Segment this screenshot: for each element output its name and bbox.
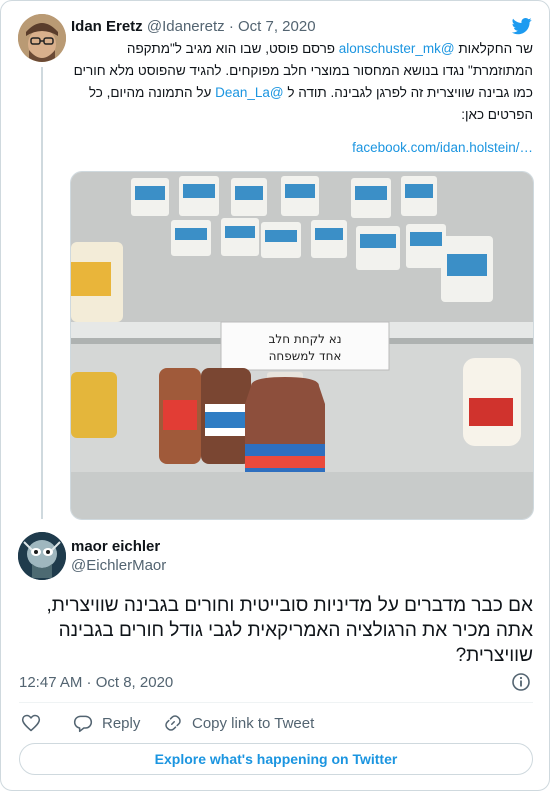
quoted-author-avatar[interactable] xyxy=(18,14,66,62)
header-separator: · xyxy=(228,18,234,35)
reply-button[interactable]: Reply xyxy=(73,713,140,733)
author-handle[interactable]: @EichlerMaor xyxy=(71,557,166,574)
thread-line xyxy=(41,67,43,519)
explore-button[interactable]: Explore what's happening on Twitter xyxy=(19,743,533,775)
copy-link-button[interactable]: Copy link to Tweet xyxy=(163,713,314,733)
reply-icon xyxy=(73,715,93,733)
quoted-text-part1: שר החקלאות xyxy=(454,41,533,56)
tweet-timestamp[interactable]: 12:47 AM · Oct 8, 2020 xyxy=(19,674,173,691)
reply-label: Reply xyxy=(102,714,141,732)
quoted-author-name[interactable]: Idan Eretz xyxy=(71,18,143,35)
twitter-bird-icon[interactable] xyxy=(511,16,533,36)
quoted-tweet-header: Idan Eretz @Idaneretz · Oct 7, 2020 xyxy=(71,18,316,36)
facebook-link[interactable]: facebook.com/idan.holstein/… xyxy=(71,140,533,155)
tweet-photo[interactable]: נא לקחת חלב אחד למשפחה xyxy=(70,171,534,520)
quoted-tweet-text: שר החקלאות @alonschuster_mk פרסם פוסט, ש… xyxy=(71,38,533,126)
like-button[interactable] xyxy=(21,713,41,733)
heart-icon xyxy=(21,714,41,732)
embedded-tweet-card: Idan Eretz @Idaneretz · Oct 7, 2020 שר ה… xyxy=(0,0,550,791)
mention-alonschuster[interactable]: @alonschuster_mk xyxy=(339,41,455,56)
photo-sign-line2: אחד למשפחה xyxy=(269,349,342,363)
info-icon[interactable] xyxy=(511,672,531,692)
link-icon xyxy=(165,715,181,731)
author-avatar[interactable] xyxy=(18,532,66,580)
photo-sign-line1: נא לקחת חלב xyxy=(268,332,341,346)
mention-dean-la[interactable]: @Dean_La xyxy=(215,85,284,100)
quoted-author-handle[interactable]: @Idaneretz xyxy=(147,18,225,35)
divider xyxy=(19,702,533,703)
copy-link-label: Copy link to Tweet xyxy=(192,714,315,732)
tweet-text: אם כבר מדברים על מדיניות סובייטית וחורים… xyxy=(46,595,533,666)
author-name[interactable]: maor eichler xyxy=(71,538,160,555)
quoted-tweet-date[interactable]: Oct 7, 2020 xyxy=(238,18,316,35)
